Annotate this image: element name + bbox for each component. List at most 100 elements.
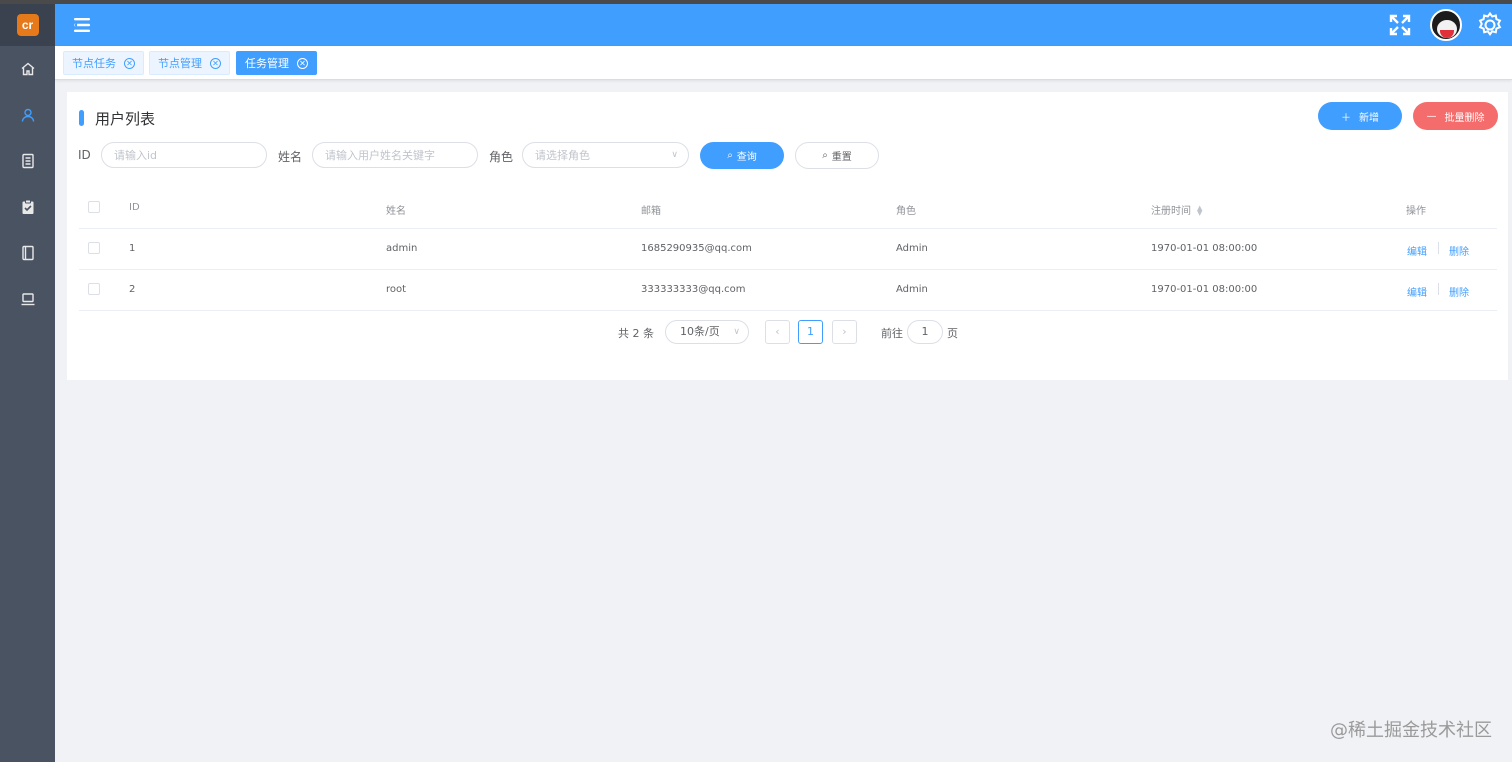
tab-label: 节点任务 (72, 57, 116, 70)
laptop-icon (21, 293, 34, 306)
page-size-select[interactable]: 10条/页 ∨ (665, 320, 749, 344)
chevron-down-icon: ∨ (733, 327, 740, 337)
sidebar-item-notebook[interactable] (0, 230, 55, 276)
notebook-icon (21, 245, 34, 261)
table-row: 2 root 333333333@qq.com Admin 1970-01-01… (79, 270, 1497, 311)
tags-view-bar: 节点任务 ✕ 节点管理 ✕ 任务管理 ✕ (55, 46, 1512, 80)
tab-node-management[interactable]: 节点管理 ✕ (149, 51, 230, 75)
pagination: 共 2 条 10条/页 ∨ ‹ 1 › 前往 1 页 (67, 318, 1508, 346)
title-accent-bar (79, 110, 84, 126)
clipboard-check-icon (22, 199, 33, 214)
document-list-icon (21, 153, 34, 169)
role-select[interactable]: 请选择角色 ∨ (522, 142, 689, 168)
action-divider (1438, 283, 1439, 295)
chevron-down-icon: ∨ (671, 150, 678, 160)
add-button[interactable]: ＋ 新增 (1318, 102, 1402, 130)
header-created[interactable]: 注册时间 ▲ ▼ (1151, 202, 1202, 218)
query-button[interactable]: ⌕ 查询 (700, 142, 784, 169)
action-divider (1438, 242, 1439, 254)
avatar[interactable] (1430, 9, 1462, 41)
reset-button[interactable]: ⌕ 重置 (795, 142, 879, 169)
select-all-checkbox[interactable] (88, 201, 100, 213)
close-icon[interactable]: ✕ (124, 57, 135, 69)
edit-link[interactable]: 编辑 (1407, 243, 1427, 258)
cell-id: 1 (129, 243, 136, 254)
sidebar-item-tasks[interactable] (0, 184, 55, 230)
batch-delete-label: 批量删除 (1444, 112, 1485, 124)
cell-role: Admin (896, 284, 928, 295)
query-label: 查询 (736, 152, 757, 163)
header-created-label: 注册时间 (1151, 206, 1191, 217)
id-filter-label: ID (78, 148, 91, 162)
user-list-card: 用户列表 ＋ 新增 — 批量删除 ID 请输入id 姓名 请输入用户姓名关键字 … (67, 92, 1508, 380)
header-role: 角色 (896, 206, 916, 217)
tab-task-management[interactable]: 任务管理 ✕ (236, 51, 317, 75)
tab-node-tasks[interactable]: 节点任务 ✕ (63, 51, 144, 75)
top-header (55, 4, 1512, 46)
edit-link[interactable]: 编辑 (1407, 284, 1427, 299)
minus-icon: — (1426, 110, 1437, 122)
cell-role: Admin (896, 243, 928, 254)
row-checkbox[interactable] (88, 283, 100, 295)
app-logo: cr (16, 14, 39, 36)
cell-email: 333333333@qq.com (641, 284, 746, 295)
user-icon (21, 108, 34, 122)
sidebar-item-list[interactable] (0, 138, 55, 184)
header-id: ID (129, 202, 140, 213)
close-icon[interactable]: ✕ (210, 57, 221, 69)
reset-label: 重置 (831, 152, 852, 163)
prev-page-button[interactable]: ‹ (765, 320, 790, 344)
tab-label: 节点管理 (158, 57, 202, 70)
sort-caret-icon[interactable]: ▲ ▼ (1197, 205, 1202, 217)
cell-id: 2 (129, 284, 136, 295)
goto-label: 前往 (881, 327, 903, 340)
home-icon (21, 62, 34, 76)
sidebar-item-monitor[interactable] (0, 276, 55, 322)
plus-icon: ＋ (1341, 112, 1351, 124)
header-actions: 操作 (1406, 206, 1426, 217)
id-input-placeholder: 请输入id (114, 149, 158, 162)
delete-link[interactable]: 删除 (1449, 284, 1469, 299)
role-select-placeholder: 请选择角色 (535, 149, 590, 162)
cell-name: admin (386, 243, 418, 254)
user-table: ID 姓名 邮箱 角色 注册时间 ▲ ▼ 操作 1 admin 1685290935… (79, 188, 1497, 311)
close-icon[interactable]: ✕ (297, 57, 308, 69)
pagination-total: 共 2 条 (618, 327, 654, 340)
chevron-right-icon: › (842, 325, 847, 338)
page-title: 用户列表 (95, 110, 156, 128)
header-name: 姓名 (386, 206, 406, 217)
sidebar-item-home[interactable] (0, 46, 55, 92)
cell-created: 1970-01-01 08:00:00 (1151, 243, 1258, 254)
search-icon: ⌕ (727, 150, 733, 161)
sidebar-item-user[interactable] (0, 92, 55, 138)
watermark: @稀土掘金技术社区 (1330, 720, 1492, 741)
header-email: 邮箱 (641, 206, 661, 217)
role-filter-label: 角色 (489, 150, 514, 164)
add-label: 新增 (1359, 112, 1379, 124)
chevron-left-icon: ‹ (775, 325, 780, 338)
tab-label: 任务管理 (245, 57, 289, 70)
search-icon: ⌕ (822, 150, 828, 161)
table-row: 1 admin 1685290935@qq.com Admin 1970-01-… (79, 229, 1497, 270)
table-header-row: ID 姓名 邮箱 角色 注册时间 ▲ ▼ 操作 (79, 188, 1497, 229)
page-number-current[interactable]: 1 (798, 320, 823, 344)
row-checkbox[interactable] (88, 242, 100, 254)
fullscreen-icon[interactable] (1388, 13, 1412, 37)
cell-email: 1685290935@qq.com (641, 243, 752, 254)
id-input[interactable]: 请输入id (101, 142, 267, 168)
batch-delete-button[interactable]: — 批量删除 (1413, 102, 1498, 130)
cell-name: root (386, 284, 407, 295)
logo-area[interactable]: cr (0, 4, 55, 46)
name-input[interactable]: 请输入用户姓名关键字 (312, 142, 478, 168)
cell-created: 1970-01-01 08:00:00 (1151, 284, 1258, 295)
header-actions (1388, 4, 1512, 46)
menu-toggle-icon[interactable] (73, 16, 91, 34)
page-suffix-label: 页 (947, 327, 958, 340)
sidebar: cr (0, 4, 55, 762)
page-size-value: 10条/页 (680, 325, 720, 338)
gear-icon[interactable] (1476, 11, 1504, 39)
name-input-placeholder: 请输入用户姓名关键字 (325, 149, 435, 162)
goto-page-input[interactable]: 1 (907, 320, 943, 344)
next-page-button[interactable]: › (832, 320, 857, 344)
delete-link[interactable]: 删除 (1449, 243, 1469, 258)
